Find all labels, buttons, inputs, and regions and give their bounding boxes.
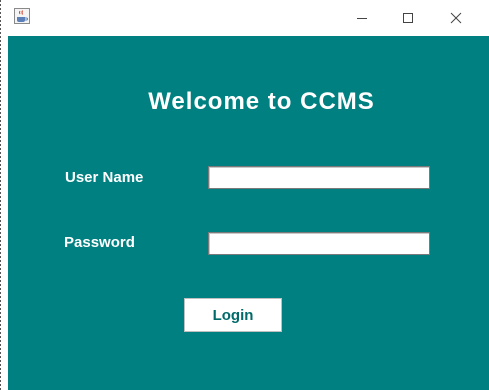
password-label: Password [64,234,135,251]
maximize-button[interactable] [385,0,431,36]
page-title: Welcome to CCMS [148,88,375,115]
login-panel: Welcome to CCMS User Name Password Login [8,36,489,390]
login-window: Welcome to CCMS User Name Password Login [0,0,489,390]
username-label: User Name [65,169,144,186]
window-edge-divider [0,0,1,390]
close-button[interactable] [433,0,479,36]
close-icon [450,12,462,24]
minimize-button[interactable] [339,0,385,36]
username-field[interactable] [208,166,430,189]
minimize-icon [357,18,367,19]
password-field[interactable] [208,232,430,255]
java-cup-icon [14,8,30,24]
maximize-icon [403,13,413,23]
title-bar[interactable] [8,0,489,36]
login-button[interactable]: Login [184,298,282,332]
